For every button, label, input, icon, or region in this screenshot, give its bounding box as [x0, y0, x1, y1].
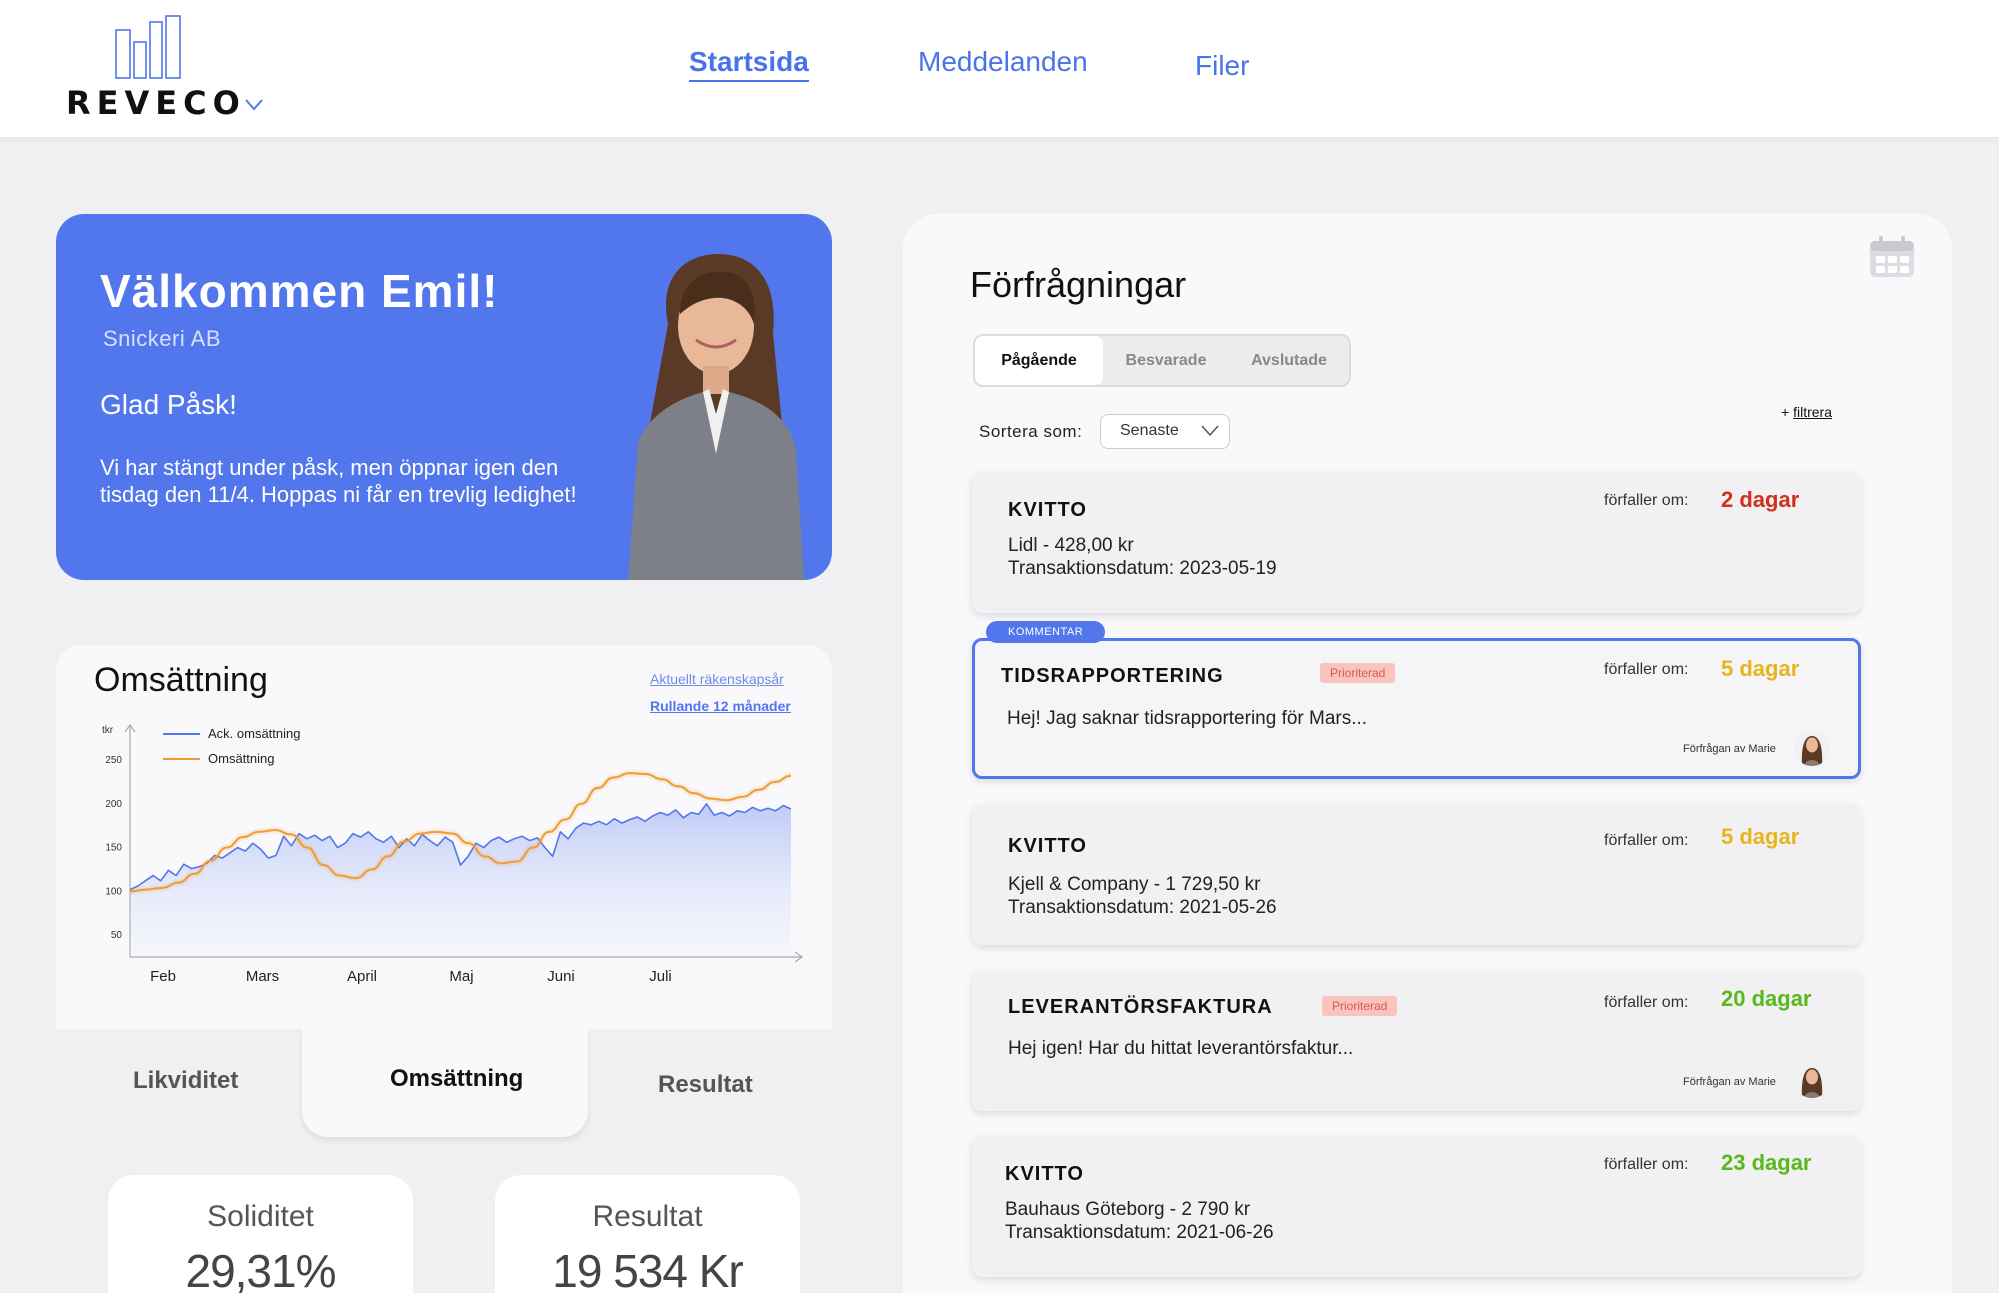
- request-item[interactable]: KVITTO Bauhaus Göteborg - 2 790 kr Trans…: [972, 1136, 1861, 1277]
- sort-label: Sortera som:: [979, 422, 1083, 441]
- request-type: KVITTO: [1005, 1163, 1084, 1185]
- requested-by: Förfrågan av Marie: [1683, 1076, 1776, 1088]
- tab-resultat[interactable]: Resultat: [658, 1071, 753, 1099]
- due-value: 2 dagar: [1721, 487, 1800, 512]
- sort-value: Senaste: [1120, 422, 1179, 439]
- building-bars-icon: [115, 15, 181, 79]
- request-line: Transaktionsdatum: 2021-06-26: [1005, 1222, 1274, 1243]
- due-label: förfaller om:: [1604, 994, 1689, 1011]
- request-details: Lidl - 428,00 kr Transaktionsdatum: 2023…: [1008, 534, 1277, 580]
- tab-omsattning[interactable]: Omsättning: [390, 1065, 523, 1093]
- y-tick-label: 100: [105, 886, 122, 897]
- legend-label: Omsättning: [208, 751, 274, 766]
- y-tick-label: 150: [105, 843, 122, 854]
- kpi-value: 19 534 Kr: [552, 1245, 743, 1293]
- due-label: förfaller om:: [1604, 661, 1689, 678]
- requester-avatar: [1794, 730, 1830, 766]
- x-tick-label: Maj: [449, 968, 473, 985]
- tab-likviditet[interactable]: Likviditet: [133, 1067, 238, 1095]
- y-axis-unit-label: tkr: [102, 725, 114, 736]
- request-message: Hej! Jag saknar tidsrapportering för Mar…: [1007, 708, 1368, 729]
- segment-besvarade[interactable]: Besvarade: [1103, 336, 1229, 385]
- revenue-chart: tkr 50 100 150 200 250 Feb Mars April Maj Juni Juli…: [102, 723, 804, 985]
- segment-pagaende[interactable]: Pågående: [975, 336, 1103, 385]
- comment-badge: KOMMENTAR: [986, 621, 1106, 643]
- request-type: KVITTO: [1008, 499, 1087, 521]
- due-label: förfaller om:: [1604, 832, 1689, 849]
- logo-wordmark: REVECO: [66, 84, 246, 122]
- kpi-card-soliditet: Soliditet 29,31%: [108, 1175, 413, 1293]
- status-segmented-control: Pågående Besvarade Avslutade: [973, 334, 1351, 387]
- request-item[interactable]: LEVERANTÖRSFAKTURA Prioriterad Hej igen!…: [972, 970, 1861, 1111]
- kpi-label: Resultat: [592, 1200, 703, 1233]
- filter-label: filtrera: [1793, 404, 1832, 420]
- metric-tabs: Likviditet Omsättning Resultat: [56, 1029, 832, 1144]
- request-type: KVITTO: [1008, 835, 1087, 857]
- welcome-title: Välkommen Emil!: [100, 265, 499, 317]
- request-line: Transaktionsdatum: 2021-05-26: [1008, 897, 1277, 918]
- requests-title: Förfrågningar: [970, 264, 1187, 305]
- requester-avatar: [1794, 1062, 1830, 1098]
- kpi-value: 29,31%: [185, 1245, 336, 1293]
- request-line: Lidl - 428,00 kr: [1008, 535, 1134, 556]
- company-name: Snickeri AB: [103, 326, 221, 351]
- x-tick-label: Feb: [150, 968, 176, 985]
- filter-link[interactable]: + filtrera: [1781, 404, 1832, 420]
- priority-badge: Prioriterad: [1322, 996, 1398, 1016]
- reveco-logo[interactable]: REVECO: [66, 12, 276, 127]
- request-type: TIDSRAPPORTERING: [1001, 665, 1224, 687]
- request-details: Kjell & Company - 1 729,50 kr Transaktio…: [1008, 873, 1277, 919]
- requests-panel: Förfrågningar Pågående Besvarade Avsluta…: [903, 214, 1952, 1293]
- y-tick-label: 50: [111, 930, 123, 941]
- x-tick-label: Juni: [547, 968, 575, 985]
- kpi-card-resultat: Resultat 19 534 Kr: [495, 1175, 800, 1293]
- due-value: 5 dagar: [1721, 656, 1800, 681]
- welcome-card: Välkommen Emil! Snickeri AB Glad Påsk! V…: [56, 214, 832, 580]
- welcome-message: Vi har stängt under påsk, men öppnar ige…: [100, 455, 577, 507]
- request-item[interactable]: KVITTO Lidl - 428,00 kr Transaktionsdatu…: [972, 472, 1861, 613]
- nav-startsida[interactable]: Startsida: [689, 46, 809, 82]
- series-area-ack-omsattning: [130, 803, 791, 957]
- y-tick-label: 200: [105, 799, 122, 810]
- chevron-down-icon: [1201, 425, 1219, 437]
- request-item[interactable]: KVITTO Kjell & Company - 1 729,50 kr Tra…: [972, 804, 1861, 945]
- y-tick-label: 250: [105, 755, 122, 766]
- kpi-label: Soliditet: [207, 1200, 314, 1233]
- chevron-down-icon[interactable]: [244, 98, 264, 112]
- x-tick-label: April: [347, 968, 377, 985]
- top-header: REVECO Startsida Meddelanden Filer: [0, 0, 1999, 137]
- due-value: 5 dagar: [1721, 824, 1800, 849]
- due-value: 23 dagar: [1721, 1150, 1812, 1175]
- due-label: förfaller om:: [1604, 492, 1689, 509]
- priority-badge: Prioriterad: [1320, 663, 1396, 683]
- x-tick-label: Juli: [649, 968, 672, 985]
- filter-prefix: +: [1781, 404, 1794, 420]
- welcome-greeting: Glad Påsk!: [100, 389, 237, 420]
- segment-avslutade[interactable]: Avslutade: [1229, 336, 1349, 385]
- nav-filer[interactable]: Filer: [1195, 50, 1249, 82]
- advisor-portrait: [628, 254, 804, 580]
- calendar-icon[interactable]: [1869, 236, 1915, 278]
- legend-label: Ack. omsättning: [208, 726, 301, 741]
- x-tick-label: Mars: [246, 968, 279, 985]
- request-message: Hej igen! Har du hittat leverantörsfaktu…: [1008, 1038, 1354, 1059]
- requested-by: Förfrågan av Marie: [1683, 743, 1776, 755]
- request-details: Bauhaus Göteborg - 2 790 kr Transaktions…: [1005, 1198, 1274, 1244]
- sort-dropdown[interactable]: Senaste: [1100, 414, 1230, 449]
- due-value: 20 dagar: [1721, 986, 1812, 1011]
- revenue-card: Omsättning Aktuellt räkenskapsår Rulland…: [56, 645, 832, 1029]
- nav-meddelanden[interactable]: Meddelanden: [918, 46, 1088, 78]
- request-line: Bauhaus Göteborg - 2 790 kr: [1005, 1199, 1251, 1220]
- due-label: förfaller om:: [1604, 1156, 1689, 1173]
- request-item-highlighted[interactable]: KOMMENTAR TIDSRAPPORTERING Prioriterad H…: [972, 621, 1861, 779]
- request-line: Kjell & Company - 1 729,50 kr: [1008, 874, 1261, 895]
- request-type: LEVERANTÖRSFAKTURA: [1008, 996, 1273, 1018]
- request-line: Transaktionsdatum: 2023-05-19: [1008, 558, 1277, 579]
